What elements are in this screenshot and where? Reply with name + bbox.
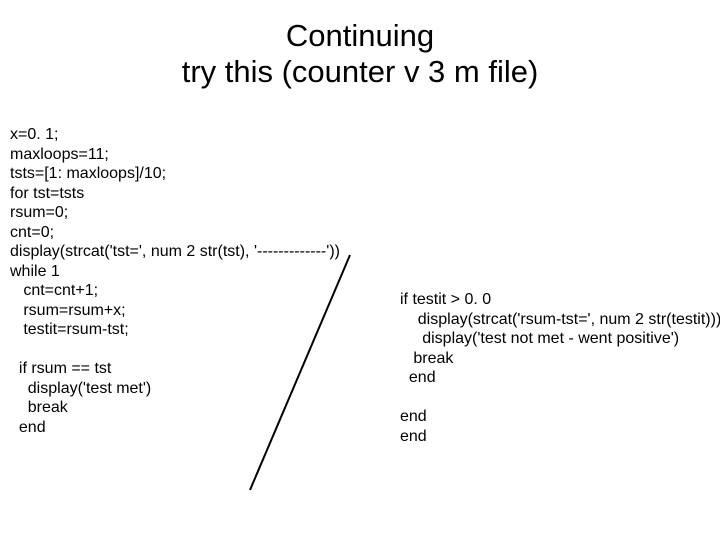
code-left-column: x=0. 1; maxloops=11; tsts=[1: maxloops]/…: [10, 125, 340, 437]
title-block: Continuing try this (counter v 3 m file): [0, 0, 720, 89]
code-right-column: if testit > 0. 0 display(strcat('rsum-ts…: [400, 290, 720, 446]
slide: Continuing try this (counter v 3 m file)…: [0, 0, 720, 540]
title-line-2: try this (counter v 3 m file): [0, 54, 720, 90]
title-line-1: Continuing: [0, 18, 720, 54]
